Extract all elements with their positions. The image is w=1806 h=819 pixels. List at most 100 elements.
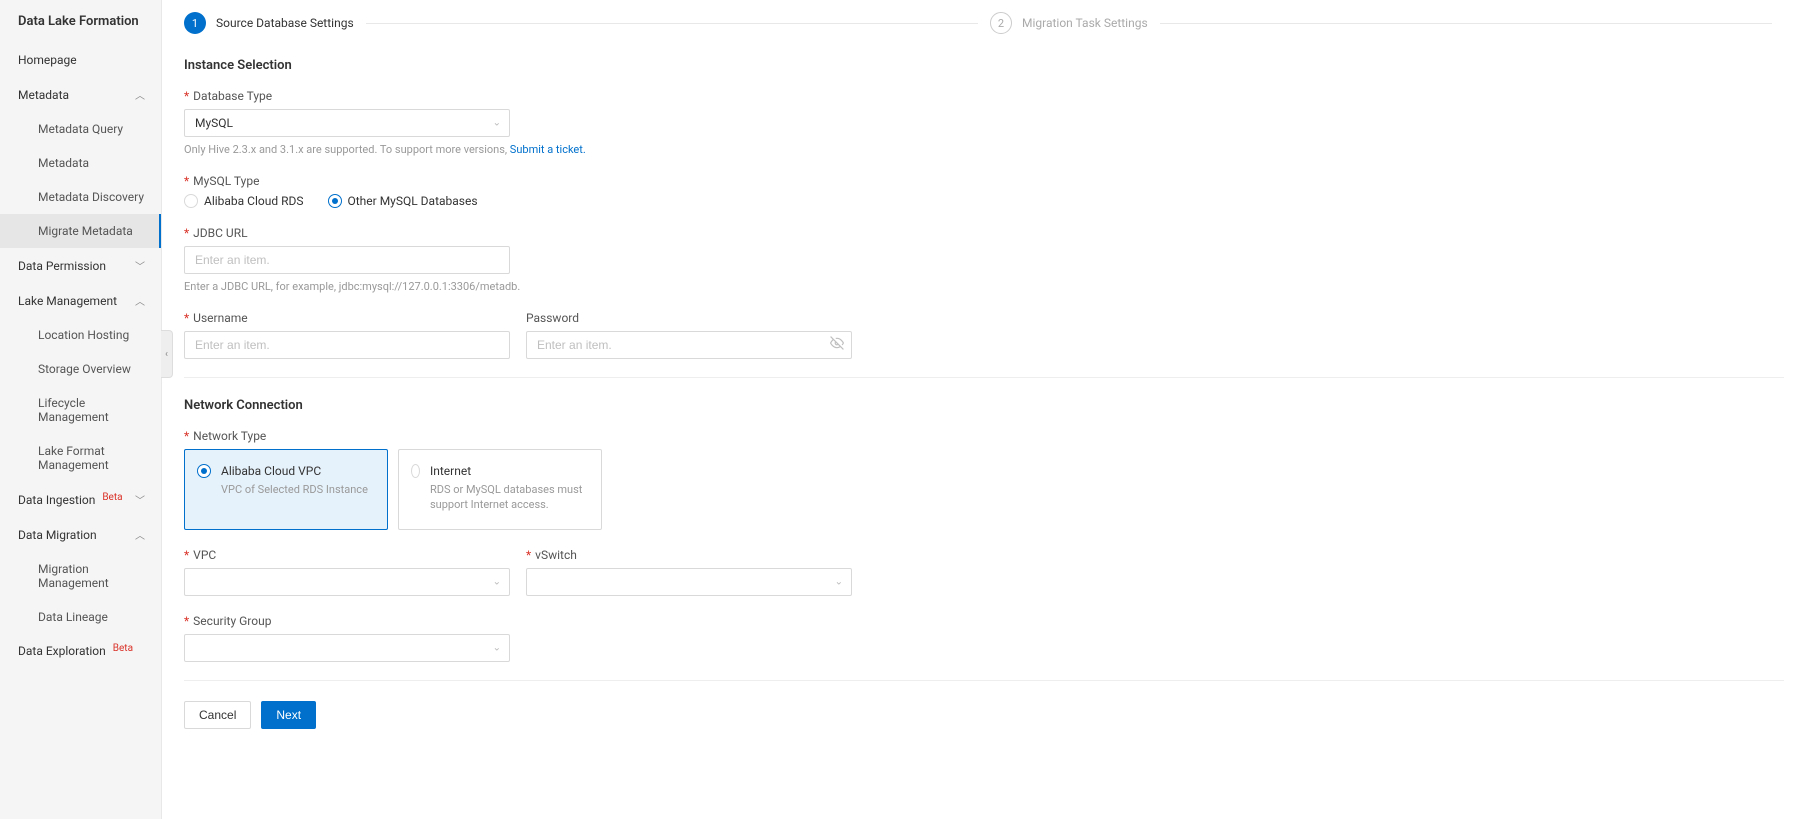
chevron-down-icon: ⌄: [835, 576, 843, 587]
sidebar-item-data-exploration[interactable]: Data Exploration Beta: [0, 634, 161, 668]
sidebar-item-label: Lake Format Management: [38, 444, 145, 472]
section-divider: [184, 680, 1784, 681]
select-value: MySQL: [195, 116, 233, 130]
step-label: Source Database Settings: [216, 16, 354, 30]
step-divider: [366, 23, 978, 24]
card-title: Internet: [430, 464, 589, 478]
sidebar-item-label: Migration Management: [38, 562, 145, 590]
sidebar-item-data-ingestion[interactable]: Data Ingestion Beta ﹀: [0, 482, 161, 517]
step-source-db[interactable]: 1 Source Database Settings: [184, 12, 354, 34]
select-vswitch[interactable]: ⌄: [526, 568, 852, 596]
cancel-button[interactable]: Cancel: [184, 701, 251, 729]
sidebar-title: Data Lake Formation: [0, 0, 161, 43]
chevron-down-icon: ﹀: [135, 492, 145, 507]
sidebar-item-label: Lake Management: [18, 294, 117, 308]
chevron-down-icon: ⌄: [493, 118, 501, 129]
card-option-vpc[interactable]: Alibaba Cloud VPC VPC of Selected RDS In…: [184, 449, 388, 530]
help-jdbc: Enter a JDBC URL, for example, jdbc:mysq…: [184, 280, 1784, 293]
sidebar-item-lake-management[interactable]: Lake Management ︿: [0, 283, 161, 318]
chevron-left-icon: ‹: [165, 349, 168, 360]
chevron-up-icon: ︿: [135, 293, 145, 308]
sidebar-item-label: Metadata: [38, 156, 89, 170]
sidebar-item-label: Metadata: [18, 88, 69, 102]
sidebar-item-label: Data Ingestion: [18, 493, 95, 507]
step-number: 1: [184, 12, 206, 34]
sidebar-item-data-permission[interactable]: Data Permission ﹀: [0, 248, 161, 283]
card-title: Alibaba Cloud VPC: [221, 464, 368, 478]
sidebar-item-metadata-sub[interactable]: Metadata: [0, 146, 161, 180]
section-title-instance: Instance Selection: [184, 58, 1784, 73]
label-username: Username: [184, 311, 510, 325]
label-vswitch: vSwitch: [526, 548, 852, 562]
link-submit-ticket[interactable]: Submit a ticket.: [510, 143, 586, 156]
sidebar-item-label: Homepage: [18, 53, 77, 67]
label-password: Password: [526, 311, 852, 325]
sidebar-item-label: Migrate Metadata: [38, 224, 133, 238]
radio-label: Other MySQL Databases: [348, 194, 478, 208]
wizard-steps: 1 Source Database Settings 2 Migration T…: [184, 12, 1784, 34]
label-db-type: Database Type: [184, 89, 1784, 103]
step-migration-task[interactable]: 2 Migration Task Settings: [990, 12, 1148, 34]
sidebar: Data Lake Formation Homepage Metadata ︿ …: [0, 0, 162, 819]
radio-other-mysql[interactable]: Other MySQL Databases: [328, 194, 478, 208]
radio-alibaba-rds[interactable]: Alibaba Cloud RDS: [184, 194, 304, 208]
input-jdbc-url[interactable]: [195, 253, 481, 267]
card-desc: VPC of Selected RDS Instance: [221, 482, 368, 497]
step-number: 2: [990, 12, 1012, 34]
sidebar-item-homepage[interactable]: Homepage: [0, 43, 161, 77]
sidebar-item-migration-management[interactable]: Migration Management: [0, 552, 161, 600]
sidebar-item-data-lineage[interactable]: Data Lineage: [0, 600, 161, 634]
sidebar-item-metadata-query[interactable]: Metadata Query: [0, 112, 161, 146]
input-password[interactable]: [537, 338, 823, 352]
label-jdbc-url: JDBC URL: [184, 226, 1784, 240]
radio-icon: [197, 464, 211, 478]
sidebar-item-metadata-discovery[interactable]: Metadata Discovery: [0, 180, 161, 214]
sidebar-item-migrate-metadata[interactable]: Migrate Metadata: [0, 214, 161, 248]
step-divider: [1160, 23, 1772, 24]
radio-icon: [328, 194, 342, 208]
select-db-type[interactable]: MySQL ⌄: [184, 109, 510, 137]
sidebar-item-label: Metadata Discovery: [38, 190, 144, 204]
main-content: 1 Source Database Settings 2 Migration T…: [162, 0, 1806, 819]
input-username[interactable]: [195, 338, 481, 352]
label-vpc: VPC: [184, 548, 510, 562]
sidebar-item-label: Data Exploration: [18, 644, 106, 658]
sidebar-item-label: Data Permission: [18, 259, 106, 273]
section-title-network: Network Connection: [184, 398, 1784, 413]
chevron-down-icon: ⌄: [493, 642, 501, 653]
next-button[interactable]: Next: [261, 701, 316, 729]
beta-badge: Beta: [102, 492, 122, 503]
radio-label: Alibaba Cloud RDS: [204, 194, 304, 208]
step-label: Migration Task Settings: [1022, 16, 1148, 30]
sidebar-item-label: Data Migration: [18, 528, 97, 542]
sidebar-item-label: Lifecycle Management: [38, 396, 145, 424]
select-vpc[interactable]: ⌄: [184, 568, 510, 596]
radio-icon: [411, 464, 420, 478]
sidebar-item-lifecycle-management[interactable]: Lifecycle Management: [0, 386, 161, 434]
sidebar-item-label: Metadata Query: [38, 122, 123, 136]
input-password-wrap: [526, 331, 852, 359]
sidebar-collapse-handle[interactable]: ‹: [161, 330, 173, 378]
label-mysql-type: MySQL Type: [184, 174, 1784, 188]
sidebar-item-metadata[interactable]: Metadata ︿: [0, 77, 161, 112]
chevron-up-icon: ︿: [135, 87, 145, 102]
chevron-down-icon: ⌄: [493, 576, 501, 587]
sidebar-item-lake-format-management[interactable]: Lake Format Management: [0, 434, 161, 482]
chevron-up-icon: ︿: [135, 527, 145, 542]
sidebar-item-storage-overview[interactable]: Storage Overview: [0, 352, 161, 386]
beta-badge: Beta: [113, 643, 133, 654]
card-option-internet[interactable]: Internet RDS or MySQL databases must sup…: [398, 449, 602, 530]
chevron-down-icon: ﹀: [135, 258, 145, 273]
select-security-group[interactable]: ⌄: [184, 634, 510, 662]
sidebar-item-data-migration[interactable]: Data Migration ︿: [0, 517, 161, 552]
radio-icon: [184, 194, 198, 208]
input-username-wrap: [184, 331, 510, 359]
section-divider: [184, 377, 1784, 378]
input-jdbc-url-wrap: [184, 246, 510, 274]
sidebar-item-location-hosting[interactable]: Location Hosting: [0, 318, 161, 352]
sidebar-item-label: Data Lineage: [38, 610, 108, 624]
eye-off-icon[interactable]: [830, 336, 844, 354]
label-network-type: Network Type: [184, 429, 1784, 443]
help-db-type: Only Hive 2.3.x and 3.1.x are supported.…: [184, 143, 1784, 156]
sidebar-item-label: Location Hosting: [38, 328, 129, 342]
